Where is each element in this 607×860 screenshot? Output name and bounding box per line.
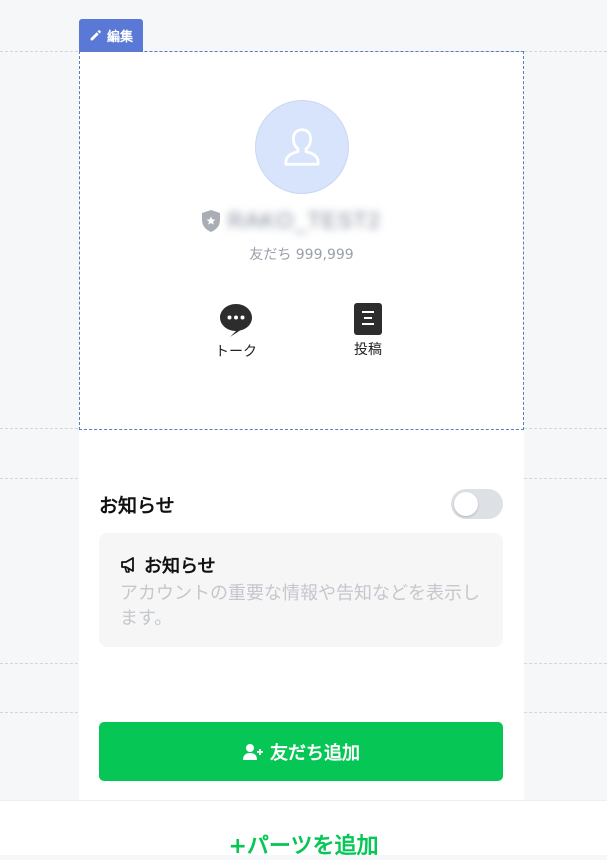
account-name: RAKO_TEST2 xyxy=(228,208,382,233)
edit-button[interactable]: 編集 xyxy=(79,19,143,52)
talk-label: トーク xyxy=(215,344,257,360)
verified-shield-icon xyxy=(202,210,220,232)
post-document-icon xyxy=(354,303,382,335)
pencil-icon xyxy=(90,30,101,41)
avatar xyxy=(255,100,349,194)
add-friend-button[interactable]: 友だち追加 xyxy=(99,722,503,781)
notice-toggle[interactable] xyxy=(451,489,503,519)
edit-label: 編集 xyxy=(106,30,133,45)
post-action[interactable]: 投稿 xyxy=(328,302,408,359)
add-parts-button[interactable]: +パーツを追加 xyxy=(0,828,607,860)
post-label: 投稿 xyxy=(354,342,382,358)
notice-card-description: アカウントの重要な情報や告知などを表示します。 xyxy=(120,583,480,629)
toggle-knob xyxy=(454,492,478,516)
chat-bubble-icon xyxy=(220,304,252,337)
friends-count: 友だち 999,999 xyxy=(249,247,354,263)
add-friend-label: 友だち追加 xyxy=(270,742,360,764)
notice-section-title: お知らせ xyxy=(99,495,175,517)
notice-card: お知らせ アカウントの重要な情報や告知などを表示します。 xyxy=(99,533,503,647)
megaphone-icon xyxy=(121,557,134,573)
talk-action[interactable]: トーク xyxy=(196,302,276,361)
notice-card-header: お知らせ xyxy=(120,552,216,578)
notice-card-title: お知らせ xyxy=(144,556,216,577)
account-name-row: RAKO_TEST2 xyxy=(200,206,381,236)
user-placeholder-icon xyxy=(284,128,320,166)
add-user-icon xyxy=(243,743,263,760)
